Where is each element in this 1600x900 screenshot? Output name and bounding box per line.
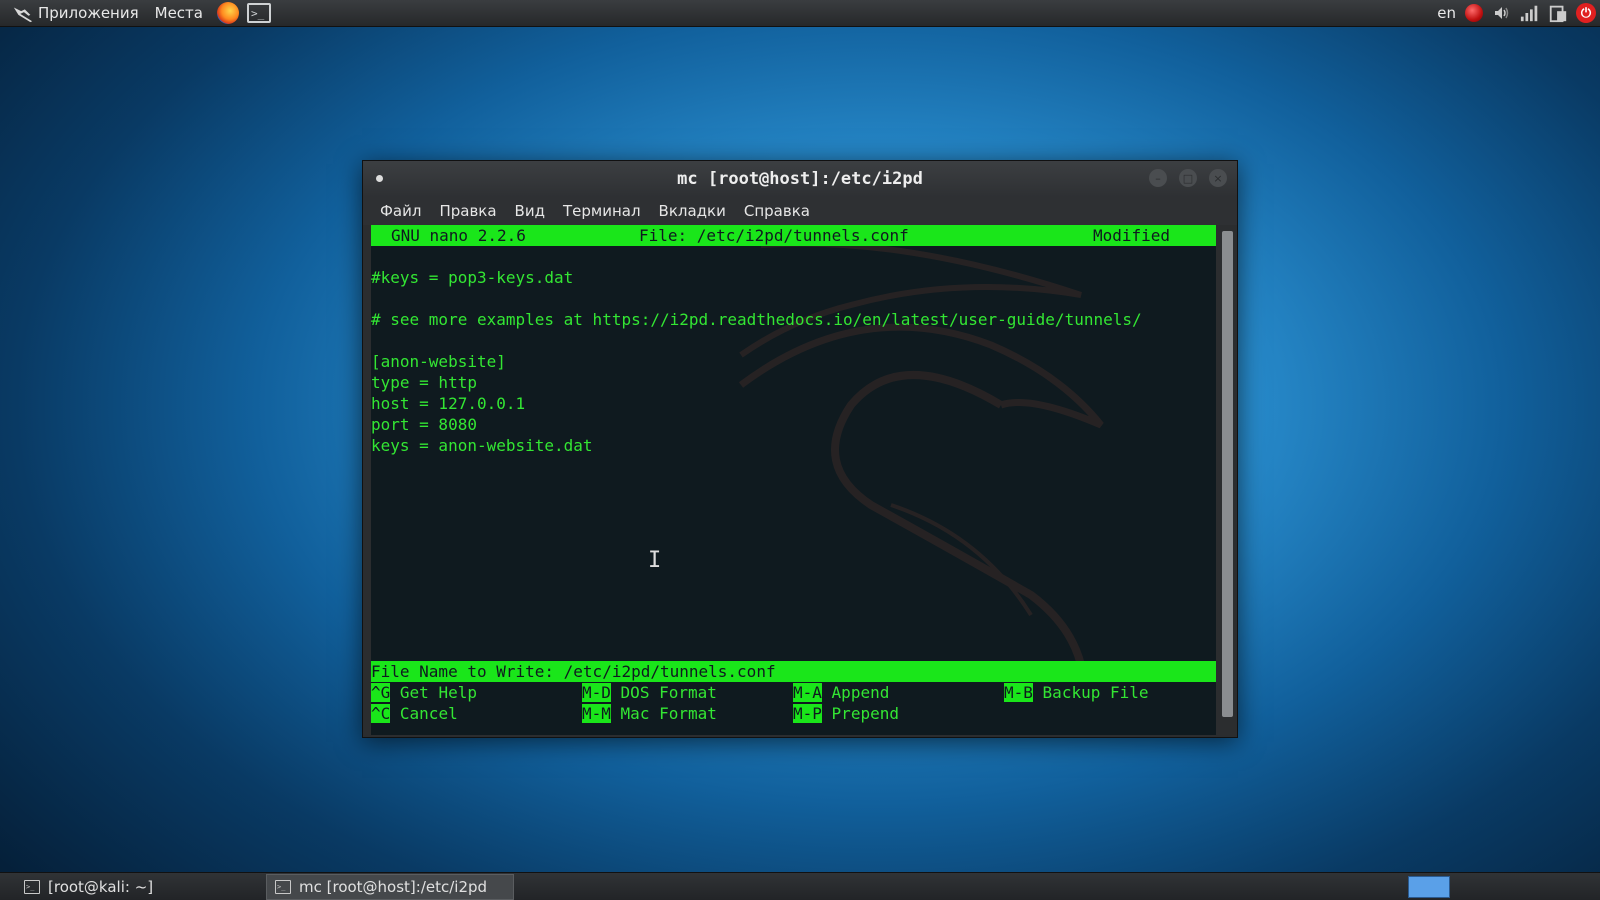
mouse-ibeam-cursor-icon: I xyxy=(648,548,662,573)
editor-line: # see more examples at https://i2pd.read… xyxy=(371,310,1142,329)
close-icon[interactable]: × xyxy=(1209,169,1227,187)
write-filename-prompt[interactable]: File Name to Write: /etc/i2pd/tunnels.co… xyxy=(371,661,1216,682)
places-label: Места xyxy=(154,4,203,22)
taskbar-task-mc[interactable]: >_ mc [root@host]:/etc/i2pd xyxy=(266,873,514,900)
places-menu[interactable]: Места xyxy=(147,0,211,26)
window-titlebar[interactable]: mc [root@host]:/etc/i2pd – □ × xyxy=(363,161,1237,197)
shortcut-key: M-P xyxy=(793,704,822,723)
shortcut-append[interactable]: M-A Append xyxy=(793,682,889,703)
shortcut-label: Backup File xyxy=(1042,683,1149,702)
kali-dragon-icon xyxy=(13,7,33,23)
shortcut-get-help[interactable]: ^G Get Help xyxy=(371,682,477,703)
shortcut-label: Get Help xyxy=(399,683,477,702)
bottom-taskbar: >_ [root@kali: ~] >_ mc [root@host]:/etc… xyxy=(0,872,1600,900)
minimize-icon[interactable]: – xyxy=(1149,169,1167,187)
shortcut-key: ^G xyxy=(371,683,391,702)
terminal-menubar: Файл Правка Вид Терминал Вкладки Справка xyxy=(363,197,1237,225)
editor-line: keys = anon-website.dat xyxy=(371,436,593,455)
keyboard-layout-indicator[interactable]: en xyxy=(1437,4,1456,22)
maximize-icon[interactable]: □ xyxy=(1179,169,1197,187)
terminal-task-icon: >_ xyxy=(275,879,291,894)
network-signal-icon[interactable] xyxy=(1520,3,1540,23)
task-label: mc [root@host]:/etc/i2pd xyxy=(299,877,488,896)
terminal-task-icon: >_ xyxy=(24,879,40,894)
shortcut-prepend[interactable]: M-P Prepend xyxy=(793,703,899,724)
shortcut-cancel[interactable]: ^C Cancel xyxy=(371,703,458,724)
nano-file-name: File: /etc/i2pd/tunnels.conf xyxy=(639,226,909,245)
shortcut-mac-format[interactable]: M-M Mac Format xyxy=(582,703,717,724)
shortcut-backup-file[interactable]: M-B Backup File xyxy=(1004,682,1149,703)
shortcut-key: M-D xyxy=(582,683,611,702)
shortcut-label: DOS Format xyxy=(620,683,717,702)
scrollbar-thumb[interactable] xyxy=(1222,231,1233,717)
task-label: [root@kali: ~] xyxy=(48,877,154,896)
menu-tabs[interactable]: Вкладки xyxy=(650,202,735,220)
menu-edit[interactable]: Правка xyxy=(430,202,505,220)
menu-terminal[interactable]: Терминал xyxy=(554,202,650,220)
taskbar-task-root-kali[interactable]: >_ [root@kali: ~] xyxy=(16,874,264,900)
record-icon[interactable] xyxy=(1464,3,1484,23)
nano-modified-state: Modified xyxy=(1093,226,1171,245)
shortcut-key: M-M xyxy=(582,704,611,723)
firefox-launcher-icon[interactable] xyxy=(217,2,239,24)
editor-line: host = 127.0.0.1 xyxy=(371,394,526,413)
menu-help[interactable]: Справка xyxy=(735,202,819,220)
window-title: mc [root@host]:/etc/i2pd xyxy=(677,169,923,189)
editor-line: port = 8080 xyxy=(371,415,477,434)
shortcut-label: Append xyxy=(831,683,890,702)
applications-label: Приложения xyxy=(38,4,139,22)
shortcut-label: Cancel xyxy=(399,704,458,723)
shortcut-key: M-A xyxy=(793,683,822,702)
editor-line: #keys = pop3-keys.dat xyxy=(371,268,574,287)
terminal-content[interactable]: GNU nano 2.2.6 File: /etc/i2pd/tunnels.c… xyxy=(371,225,1216,735)
top-panel: Приложения Места >_ en ⏻ xyxy=(0,0,1600,27)
workspace-switcher[interactable] xyxy=(1408,876,1450,898)
shortcut-dos-format[interactable]: M-D DOS Format xyxy=(582,682,717,703)
power-icon[interactable]: ⏻ xyxy=(1576,3,1596,23)
clipboard-icon[interactable] xyxy=(1548,3,1568,23)
editor-line: type = http xyxy=(371,373,477,392)
terminal-launcher-icon[interactable]: >_ xyxy=(247,3,271,23)
editor-line: [anon-website] xyxy=(371,352,506,371)
terminal-scrollbar[interactable] xyxy=(1218,225,1237,735)
window-menu-dot-icon[interactable] xyxy=(376,175,383,182)
shortcut-key: M-B xyxy=(1004,683,1033,702)
terminal-window: mc [root@host]:/etc/i2pd – □ × Файл Прав… xyxy=(362,160,1238,738)
nano-version: GNU nano 2.2.6 xyxy=(391,226,526,245)
applications-menu[interactable]: Приложения xyxy=(0,0,147,26)
menu-file[interactable]: Файл xyxy=(371,202,430,220)
shortcut-label: Mac Format xyxy=(620,704,717,723)
shortcut-key: ^C xyxy=(371,704,391,723)
kali-dragon-watermark-icon xyxy=(738,240,1104,665)
nano-status-bar: GNU nano 2.2.6 File: /etc/i2pd/tunnels.c… xyxy=(371,225,1216,246)
volume-icon[interactable] xyxy=(1492,3,1512,23)
shortcut-label: Prepend xyxy=(831,704,899,723)
menu-view[interactable]: Вид xyxy=(506,202,554,220)
